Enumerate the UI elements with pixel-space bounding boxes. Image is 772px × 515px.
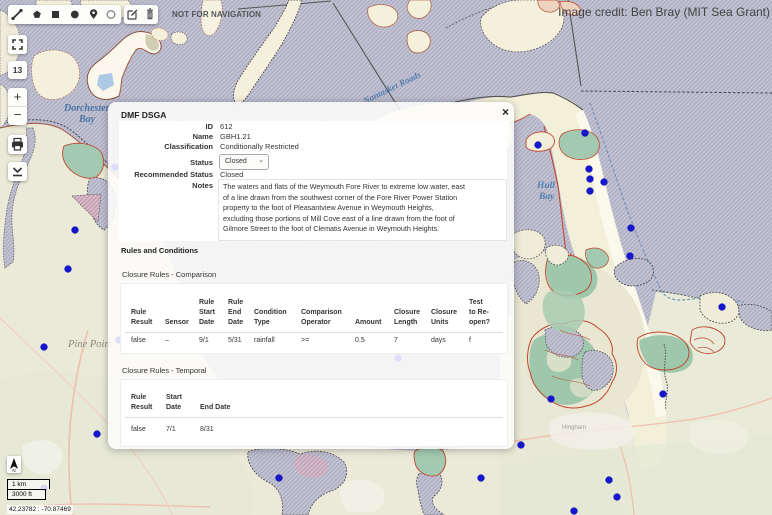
svg-text:Bay: Bay (538, 192, 555, 202)
svg-text:Pine Point: Pine Point (67, 339, 114, 350)
svg-text:NOT FOR NAVIGATION: NOT FOR NAVIGATION (172, 10, 261, 19)
svg-text:Bay: Bay (78, 114, 96, 125)
svg-text:Hull: Hull (536, 181, 555, 191)
svg-text:Image credit: Ben Bray (MIT Se: Image credit: Ben Bray (MIT Sea Grant) (558, 5, 770, 19)
svg-text:N: N (12, 468, 15, 473)
svg-text:Hingham: Hingham (562, 425, 586, 431)
svg-text:Dorchester: Dorchester (63, 103, 110, 114)
